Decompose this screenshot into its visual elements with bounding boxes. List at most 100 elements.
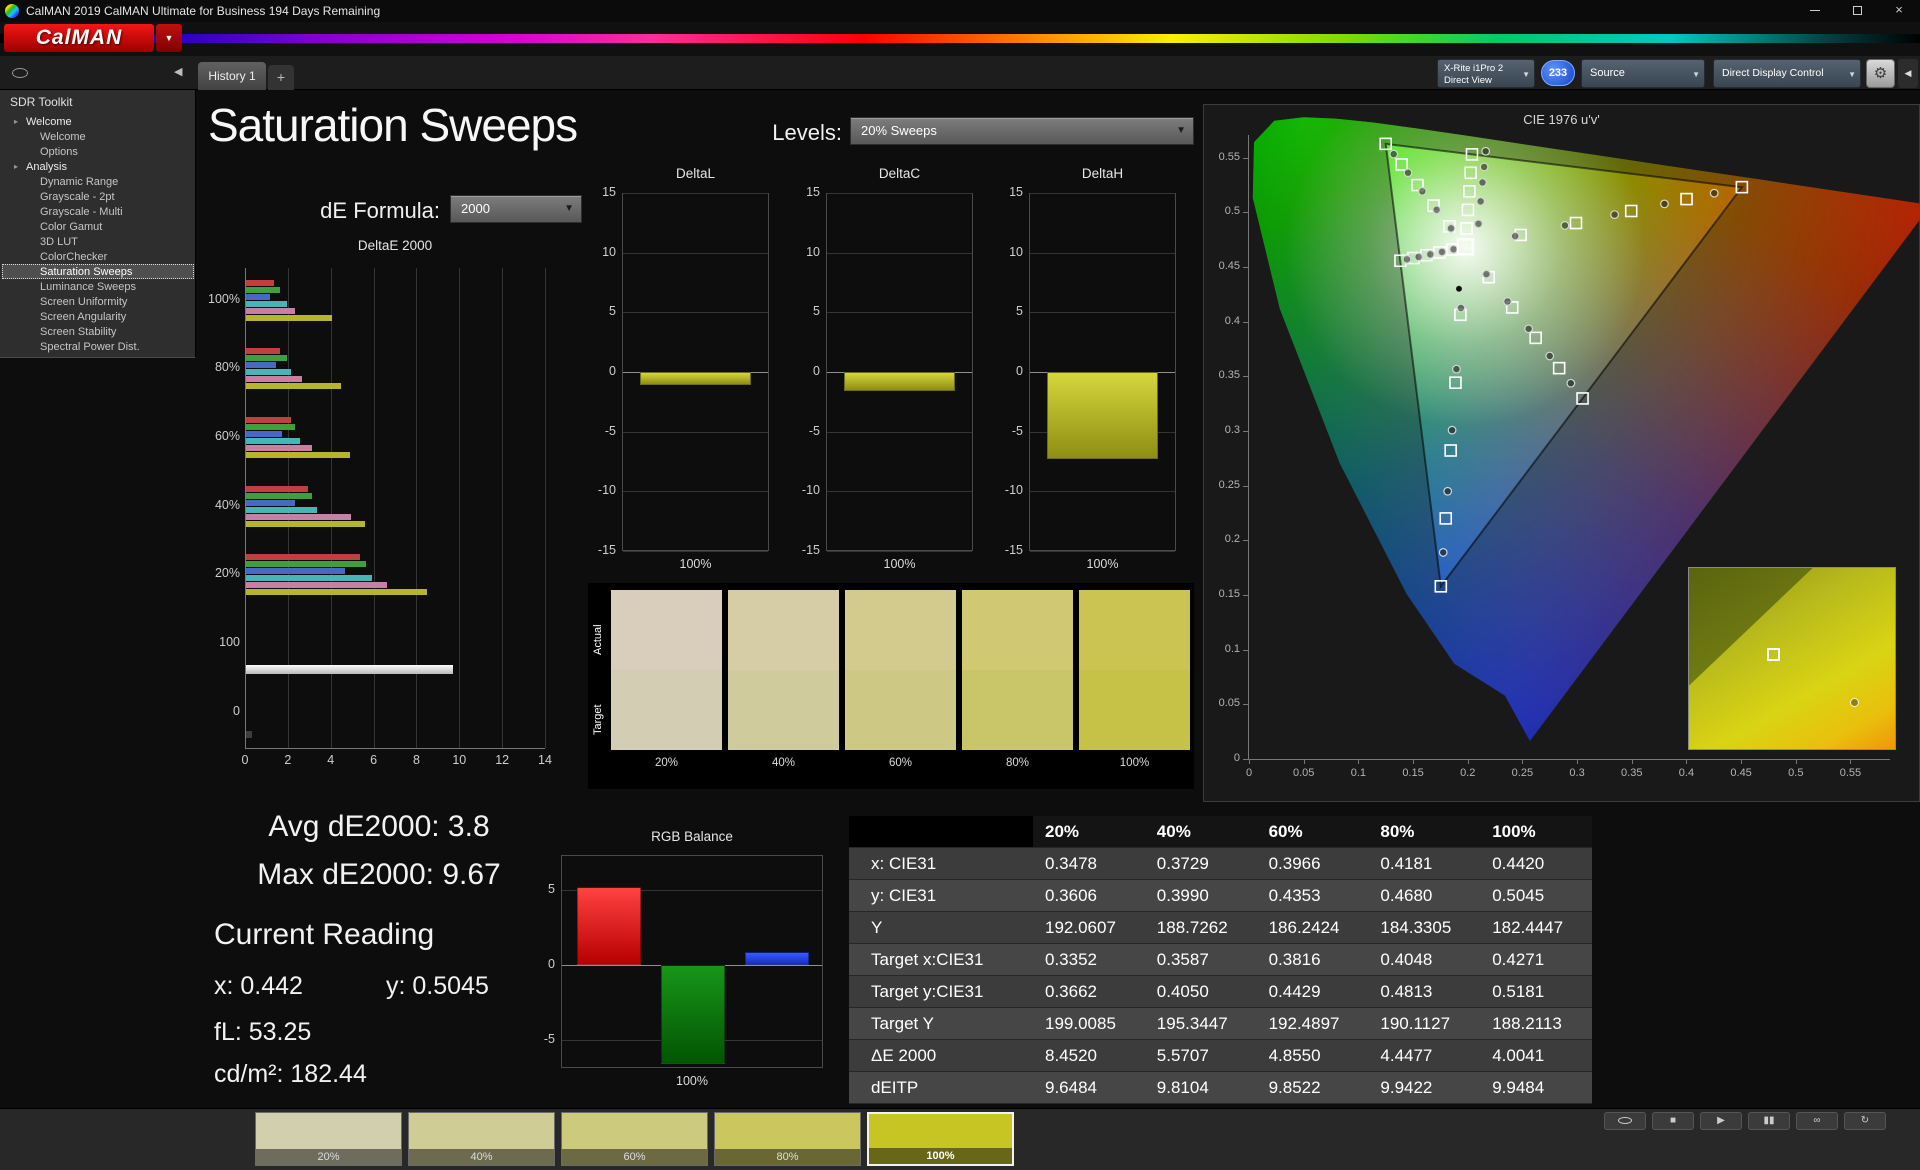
y-tick-label: -10 <box>801 483 820 497</box>
sidebar-item[interactable]: Welcome <box>2 129 194 144</box>
minimize-button[interactable] <box>1794 0 1836 22</box>
transport-stop-button[interactable]: ■ <box>1652 1112 1694 1130</box>
sidebar-item[interactable]: Grayscale - Multi <box>2 204 194 219</box>
sidebar-item[interactable]: Screen Angularity <box>2 309 194 324</box>
levels-dropdown[interactable]: 20% Sweeps ▼ <box>850 117 1194 145</box>
sidebar-item[interactable]: Luminance Sweeps <box>2 279 194 294</box>
sidebar-item[interactable]: Screen Uniformity <box>2 294 194 309</box>
add-tab-button[interactable]: + <box>268 65 294 90</box>
y-tick-label: 10 <box>1009 245 1023 259</box>
measured-point-marker <box>1503 297 1512 306</box>
sidebar-collapse-icon[interactable]: ◀ <box>174 65 182 78</box>
deltae-bar <box>246 445 313 451</box>
display-control-label: Direct Display Control <box>1722 67 1824 79</box>
sidebar-item[interactable]: ColorChecker <box>2 249 194 264</box>
table-cell: 0.4680 <box>1380 886 1433 905</box>
pattern-button-80%[interactable]: 80% <box>714 1112 861 1166</box>
sidebar-item[interactable]: Screen Stability <box>2 324 194 339</box>
y-tick-label: 0 <box>548 957 555 971</box>
transport-play-button[interactable]: ▶ <box>1700 1112 1742 1130</box>
deltaC-bar <box>844 372 955 392</box>
deltae-bar <box>246 514 351 520</box>
table-cell: 4.4477 <box>1380 1046 1433 1065</box>
window-titlebar: CalMAN 2019 CalMAN Ultimate for Business… <box>0 0 1920 22</box>
sidebar-item[interactable]: Dynamic Range <box>2 174 194 189</box>
table-cell: 9.8522 <box>1268 1078 1321 1097</box>
close-button[interactable]: × <box>1878 0 1920 22</box>
sidebar-section[interactable]: ▸ Analysis <box>2 159 194 174</box>
rgb-balance-title: RGB Balance <box>651 829 733 844</box>
sidebar-item[interactable]: Grayscale - 2pt <box>2 189 194 204</box>
layout-oval-icon[interactable] <box>12 68 28 78</box>
panel-collapse-icon[interactable]: ◀ <box>1898 59 1918 88</box>
deltae-bar <box>246 369 291 375</box>
cie-tick <box>1243 759 1249 760</box>
measured-point-marker <box>1524 324 1534 334</box>
brand-row: CalMAN ▼ <box>0 22 1920 56</box>
table-cell: 0.5045 <box>1492 886 1545 905</box>
y-tick-label: 15 <box>602 185 616 199</box>
pattern-button-20%[interactable]: 20% <box>255 1112 402 1166</box>
sidebar-item[interactable]: Saturation Sweeps <box>2 264 194 279</box>
display-control-dropdown[interactable]: Direct Display Control ▼ <box>1713 59 1861 88</box>
transport-loop-button[interactable]: ∞ <box>1796 1112 1838 1130</box>
sidebar-section[interactable]: ▸ Welcome <box>2 114 194 129</box>
pattern-button-40%[interactable]: 40% <box>408 1112 555 1166</box>
target-row-label: Target <box>592 704 604 736</box>
measured-point-marker <box>1425 249 1435 259</box>
table-column-header: 60% <box>1256 816 1369 847</box>
y-tick-label: 5 <box>813 304 820 318</box>
gridline <box>1030 193 1175 194</box>
gridline <box>623 491 768 492</box>
cie-tick <box>1249 759 1250 764</box>
cie-tick <box>1467 759 1469 764</box>
levels-label: Levels: <box>772 120 842 145</box>
maximize-button[interactable] <box>1836 0 1878 22</box>
meter-dropdown[interactable]: X-Rite i1Pro 2 Direct View ▼ <box>1437 59 1535 88</box>
table-cell: 9.6484 <box>1045 1078 1097 1097</box>
pattern-button-label: 20% <box>256 1149 401 1165</box>
deltae-bar <box>246 287 281 293</box>
actual-swatch <box>962 590 1073 670</box>
transport-oval-button[interactable] <box>1604 1112 1646 1130</box>
sidebar-item[interactable]: Spectral Power Dist. <box>2 339 194 354</box>
source-label: Source <box>1590 67 1625 79</box>
measured-point-marker <box>1402 254 1412 264</box>
cie-y-tick-label: 0.1 <box>1224 642 1240 655</box>
sidebar-item[interactable]: Color Gamut <box>2 219 194 234</box>
table-cell: 8.4520 <box>1045 1046 1097 1065</box>
table-cell: 0.3587 <box>1156 950 1209 969</box>
tab-history-1[interactable]: History 1 <box>198 62 266 90</box>
sidebar-item-label: Luminance Sweeps <box>40 280 137 293</box>
measured-point-marker <box>1389 149 1399 159</box>
logo-menu-arrow-icon[interactable]: ▼ <box>156 24 182 52</box>
table-row: Y 192.0607 188.7262 186.2424 184.3305 182.444… <box>849 912 1592 944</box>
measured-point-marker <box>1479 162 1489 172</box>
measured-point-marker <box>1417 186 1427 196</box>
transport-pause-button[interactable]: ▮▮ <box>1748 1112 1790 1130</box>
settings-gear-icon[interactable]: ⚙ <box>1866 59 1895 88</box>
sidebar-item[interactable]: Options <box>2 144 194 159</box>
deltae-x-tick-label: 10 <box>452 753 467 767</box>
sidebar-section-label: Analysis <box>26 160 67 173</box>
deltae-y-label: 60% <box>214 429 240 443</box>
cie-x-tick-label: 0 <box>1245 767 1253 779</box>
de-formula-dropdown[interactable]: 2000 ▼ <box>450 195 582 223</box>
sidebar-item[interactable]: 3D LUT <box>2 234 194 249</box>
table-row: ΔE 2000 8.4520 5.5707 4.8550 4.4477 4.0041 <box>849 1040 1592 1072</box>
target-swatch <box>845 670 956 750</box>
source-dropdown[interactable]: Source ▼ <box>1581 59 1705 88</box>
measured-point-marker <box>1474 219 1483 229</box>
tab-bar: ◀ History 1 + X-Rite i1Pro 2 Direct View… <box>0 56 1920 90</box>
transport-refresh-button[interactable]: ↻ <box>1844 1112 1886 1130</box>
meter-status-badge: 233 <box>1541 60 1575 86</box>
pattern-button-100%[interactable]: 100% <box>867 1112 1014 1166</box>
gridline <box>623 253 768 254</box>
pattern-button-60%[interactable]: 60% <box>561 1112 708 1166</box>
cie-x-tick-label: 0.1 <box>1350 767 1366 779</box>
table-cell: 184.3305 <box>1380 918 1452 937</box>
swatch-column-label: 60% <box>888 757 913 769</box>
deltae-bar <box>246 521 366 527</box>
pattern-button-label: 80% <box>715 1149 860 1165</box>
deltaC-xlabel: 100% <box>883 557 916 571</box>
